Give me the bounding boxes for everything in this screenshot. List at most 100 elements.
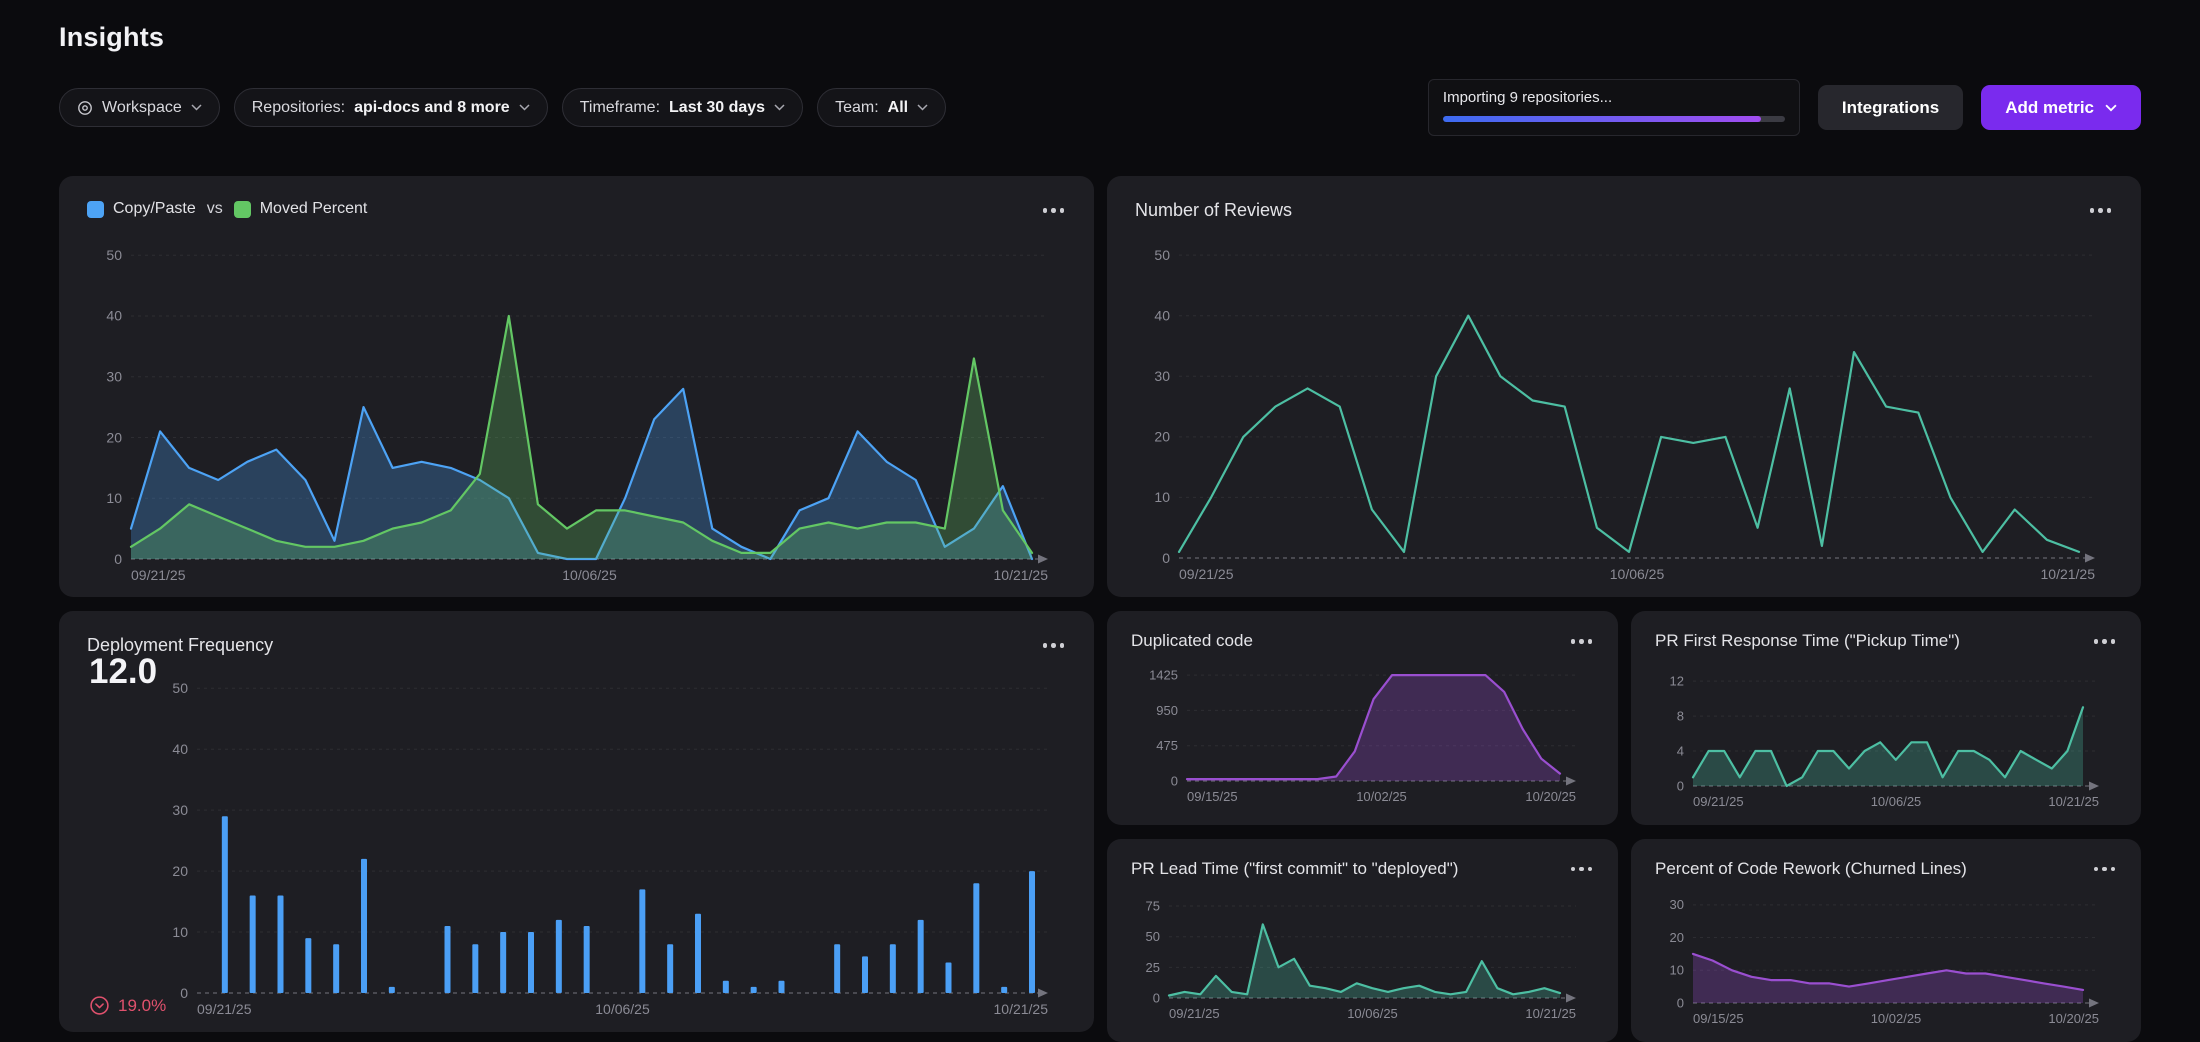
svg-text:09/15/25: 09/15/25: [1693, 1011, 1744, 1026]
small-cards-column: Duplicated code 0475950142509/15/2510/02…: [1107, 611, 2141, 1032]
svg-text:10: 10: [1670, 963, 1684, 978]
svg-text:10: 10: [106, 490, 122, 506]
add-metric-button-label: Add metric: [2005, 98, 2094, 118]
card-pr-lead-time: PR Lead Time ("first commit" to "deploye…: [1107, 839, 1618, 1042]
svg-text:75: 75: [1146, 898, 1160, 913]
card-menu-button[interactable]: [1041, 635, 1067, 656]
import-progress-bar: [1443, 116, 1785, 122]
legend-swatch-moved-percent[interactable]: [234, 201, 251, 218]
card-title: PR First Response Time ("Pickup Time"): [1655, 631, 1960, 651]
card-title: Percent of Code Rework (Churned Lines): [1655, 859, 1967, 879]
svg-text:40: 40: [106, 307, 122, 323]
pr-first-response-time-chart: 0481209/21/2510/06/2510/21/25: [1655, 658, 2117, 817]
svg-text:10/21/25: 10/21/25: [994, 1001, 1049, 1017]
deployment-delta-badge: 19.0%: [89, 995, 166, 1016]
svg-text:12: 12: [1670, 673, 1684, 688]
svg-text:09/21/25: 09/21/25: [1693, 794, 1744, 809]
svg-text:30: 30: [1670, 897, 1684, 912]
svg-text:40: 40: [1154, 307, 1170, 323]
svg-text:0: 0: [180, 985, 188, 1001]
repositories-filter-prefix: Repositories:: [252, 99, 345, 117]
workspace-filter-label: Workspace: [102, 99, 182, 117]
pr-lead-time-chart: 025507509/21/2510/06/2510/21/25: [1131, 885, 1594, 1034]
svg-text:10: 10: [172, 924, 188, 940]
svg-text:30: 30: [1154, 368, 1170, 384]
svg-text:09/21/25: 09/21/25: [1179, 566, 1234, 582]
add-metric-button[interactable]: Add metric: [1981, 85, 2141, 130]
svg-text:09/15/25: 09/15/25: [1187, 789, 1238, 804]
svg-text:30: 30: [106, 368, 122, 384]
team-filter[interactable]: Team: All: [817, 88, 946, 127]
svg-text:10: 10: [1154, 489, 1170, 505]
svg-text:20: 20: [106, 429, 122, 445]
svg-text:50: 50: [106, 246, 122, 262]
svg-text:09/21/25: 09/21/25: [1169, 1006, 1220, 1021]
insights-dashboard: Insights Workspace Repositories: api-doc…: [0, 0, 2200, 1032]
repositories-filter[interactable]: Repositories: api-docs and 8 more: [234, 88, 548, 127]
timeframe-filter[interactable]: Timeframe: Last 30 days: [562, 88, 803, 127]
legend-swatch-copy-paste[interactable]: [87, 201, 104, 218]
svg-text:0: 0: [1171, 773, 1178, 788]
svg-text:1425: 1425: [1149, 667, 1178, 682]
integrations-button[interactable]: Integrations: [1818, 85, 1963, 130]
svg-text:20: 20: [1670, 930, 1684, 945]
chart-legend: Copy/Paste vs Moved Percent: [87, 200, 367, 218]
toolbar: Workspace Repositories: api-docs and 8 m…: [59, 79, 2141, 136]
svg-text:20: 20: [1154, 429, 1170, 445]
chevron-down-icon: [519, 104, 530, 111]
integrations-button-label: Integrations: [1842, 98, 1939, 118]
svg-text:09/21/25: 09/21/25: [197, 1001, 252, 1017]
team-filter-prefix: Team:: [835, 99, 879, 117]
team-filter-value: All: [888, 99, 908, 117]
workspace-filter[interactable]: Workspace: [59, 88, 220, 127]
card-menu-button[interactable]: [2092, 859, 2118, 880]
deployment-frequency-chart: 0102030405009/21/2510/06/2510/21/25: [153, 660, 1066, 1020]
svg-text:10/02/25: 10/02/25: [1871, 1011, 1922, 1026]
card-menu-button[interactable]: [1569, 859, 1595, 880]
svg-text:8: 8: [1677, 708, 1684, 723]
legend-label-copy-paste[interactable]: Copy/Paste: [113, 200, 196, 218]
svg-text:10/06/25: 10/06/25: [1610, 566, 1665, 582]
card-menu-button[interactable]: [2088, 200, 2114, 221]
repositories-filter-value: api-docs and 8 more: [354, 99, 510, 117]
svg-text:4: 4: [1677, 743, 1684, 758]
card-title: PR Lead Time ("first commit" to "deploye…: [1131, 859, 1458, 879]
deployment-frequency-value: 12.0: [89, 652, 157, 692]
svg-text:10/21/25: 10/21/25: [2048, 794, 2099, 809]
svg-text:10/21/25: 10/21/25: [1525, 1006, 1576, 1021]
card-menu-button[interactable]: [1041, 200, 1067, 221]
svg-text:0: 0: [1162, 550, 1170, 566]
svg-text:950: 950: [1156, 702, 1178, 717]
chevron-down-icon: [917, 104, 928, 111]
chevron-down-icon: [2105, 104, 2117, 112]
card-percent-code-rework: Percent of Code Rework (Churned Lines) 0…: [1631, 839, 2141, 1042]
card-menu-button[interactable]: [1569, 631, 1595, 652]
card-title: Number of Reviews: [1135, 200, 1292, 221]
number-of-reviews-chart: 0102030405009/21/2510/06/2510/21/25: [1135, 227, 2113, 585]
svg-text:20: 20: [172, 863, 188, 879]
chevron-down-icon: [774, 104, 785, 111]
timeframe-filter-prefix: Timeframe:: [580, 99, 660, 117]
svg-text:10/06/25: 10/06/25: [562, 567, 617, 583]
svg-text:0: 0: [1677, 778, 1684, 793]
svg-text:10/06/25: 10/06/25: [595, 1001, 650, 1017]
percent-code-rework-chart: 010203009/15/2510/02/2510/20/25: [1655, 885, 2117, 1034]
import-progress-fill: [1443, 116, 1761, 122]
svg-text:475: 475: [1156, 738, 1178, 753]
card-number-of-reviews: Number of Reviews 0102030405009/21/2510/…: [1107, 176, 2141, 597]
workspace-icon: [77, 100, 93, 116]
legend-label-moved-percent[interactable]: Moved Percent: [260, 200, 368, 218]
svg-text:10/20/25: 10/20/25: [2048, 1011, 2099, 1026]
import-status-panel: Importing 9 repositories...: [1428, 79, 1800, 136]
card-pr-first-response-time: PR First Response Time ("Pickup Time") 0…: [1631, 611, 2141, 825]
card-deployment-frequency: Deployment Frequency 12.0 0102030405009/…: [59, 611, 1094, 1032]
svg-text:50: 50: [1146, 929, 1160, 944]
card-duplicated-code: Duplicated code 0475950142509/15/2510/02…: [1107, 611, 1618, 825]
svg-text:0: 0: [114, 550, 122, 566]
svg-text:40: 40: [172, 741, 188, 757]
svg-text:25: 25: [1146, 960, 1160, 975]
svg-text:50: 50: [172, 680, 188, 696]
svg-text:10/02/25: 10/02/25: [1356, 789, 1407, 804]
svg-text:10/06/25: 10/06/25: [1347, 1006, 1398, 1021]
card-menu-button[interactable]: [2092, 631, 2118, 652]
